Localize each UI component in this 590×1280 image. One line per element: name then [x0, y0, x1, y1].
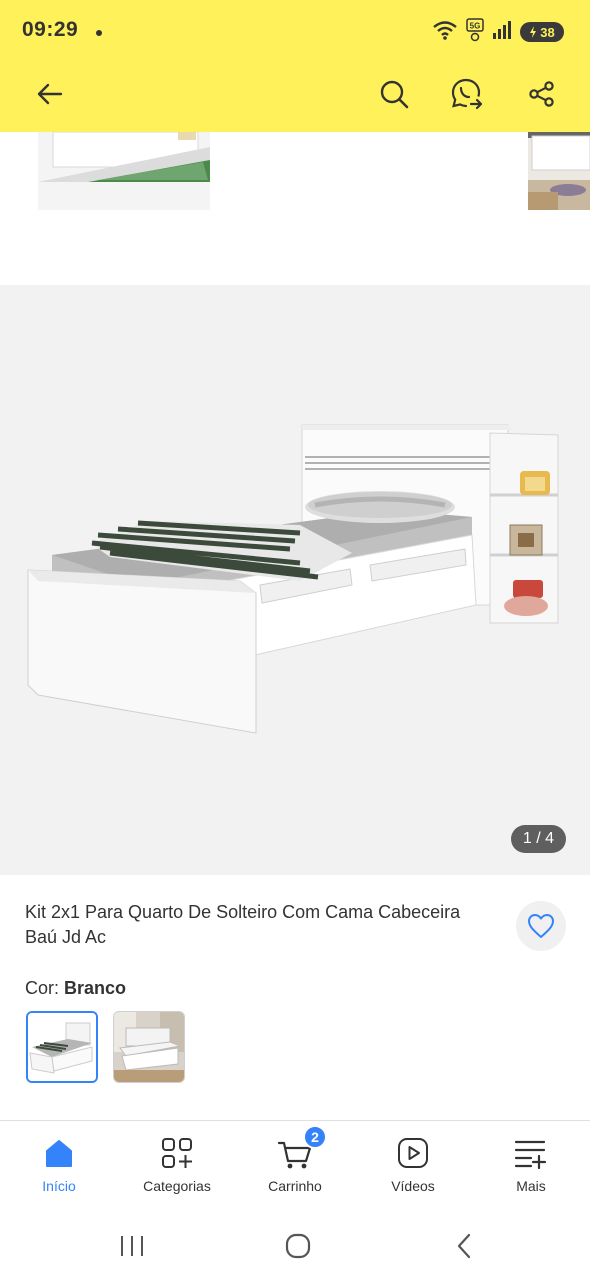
battery-level: 38 — [540, 24, 555, 40]
share-icon[interactable] — [524, 76, 560, 112]
product-image-gallery[interactable]: 1 / 4 — [0, 285, 590, 875]
home-circle-icon[interactable] — [278, 1230, 318, 1262]
signal-icon — [492, 20, 512, 45]
tab-label: Carrinho — [268, 1178, 322, 1194]
related-images-strip[interactable] — [0, 132, 590, 212]
app-header: 09:29 5G 38 — [0, 0, 590, 132]
color-value: Branco — [64, 978, 127, 998]
room-bed-swatch[interactable] — [113, 1011, 185, 1083]
status-time: 09:29 — [22, 18, 79, 41]
heart-icon — [528, 914, 554, 938]
bottom-tab-bar: Início Categorias 2 Carrinho Vídeos Mais — [0, 1120, 590, 1212]
image-counter: 1 / 4 — [510, 825, 566, 853]
back-chevron-icon[interactable] — [444, 1230, 484, 1262]
video-icon — [395, 1135, 431, 1171]
svg-text:5G: 5G — [470, 21, 481, 30]
menu-plus-icon — [513, 1135, 549, 1171]
recents-icon[interactable] — [112, 1230, 152, 1262]
status-icons: 5G 38 — [432, 17, 564, 47]
back-arrow-icon[interactable] — [32, 76, 68, 112]
color-selector-label: Cor: Branco — [25, 978, 126, 999]
tab-label: Mais — [516, 1178, 546, 1194]
tab-mais[interactable]: Mais — [472, 1129, 590, 1205]
nav-bar — [0, 70, 590, 120]
categories-icon — [159, 1135, 195, 1171]
cart-count-badge: 2 — [303, 1125, 327, 1149]
5g-icon: 5G — [466, 17, 484, 47]
whatsapp-share-icon[interactable] — [449, 76, 485, 112]
battery-icon: 38 — [520, 22, 564, 42]
related-product-image[interactable] — [528, 132, 590, 210]
product-main-image — [27, 424, 559, 734]
home-icon — [41, 1135, 77, 1171]
white-bed-swatch[interactable] — [26, 1011, 98, 1083]
product-title: Kit 2x1 Para Quarto De Solteiro Com Cama… — [25, 902, 461, 947]
color-label: Cor: — [25, 978, 65, 998]
notification-dot-icon — [96, 30, 102, 36]
search-icon[interactable] — [376, 76, 412, 112]
tab-carrinho[interactable]: 2 Carrinho — [236, 1125, 354, 1205]
wifi-icon — [432, 19, 458, 46]
tab-label: Início — [42, 1178, 76, 1194]
tab-label: Vídeos — [391, 1178, 435, 1194]
related-product-image[interactable] — [38, 132, 210, 210]
favorite-button[interactable] — [516, 901, 566, 951]
tab-label: Categorias — [143, 1178, 211, 1194]
status-bar: 09:29 5G 38 — [0, 0, 590, 64]
tab-inicio[interactable]: Início — [0, 1129, 118, 1205]
system-navigation-bar — [0, 1212, 590, 1280]
tab-categorias[interactable]: Categorias — [118, 1129, 236, 1205]
tab-videos[interactable]: Vídeos — [354, 1129, 472, 1205]
